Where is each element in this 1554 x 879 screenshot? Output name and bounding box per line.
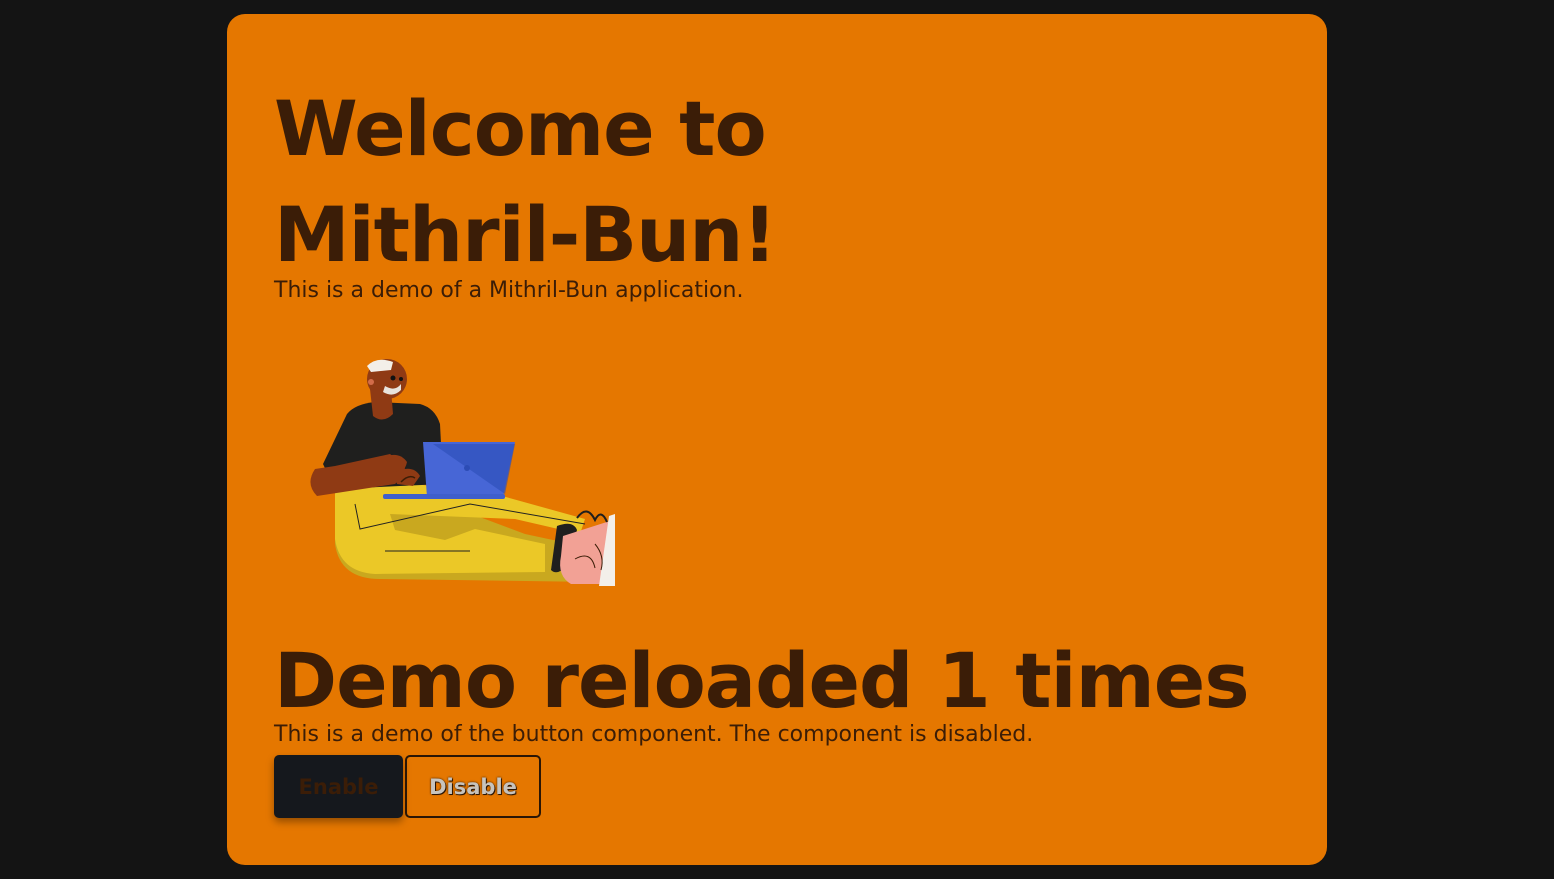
main-card: Welcome to Mithril-Bun! This is a demo o… [227, 14, 1327, 865]
button-group: Enable Disable [274, 755, 541, 818]
reload-counter-heading: Demo reloaded 1 times [274, 636, 1250, 725]
person-with-laptop-illustration [310, 359, 615, 586]
page-title: Welcome to Mithril-Bun! [274, 84, 777, 279]
page-subtitle: This is a demo of a Mithril-Bun applicat… [274, 278, 744, 303]
button-component-description: This is a demo of the button component. … [274, 722, 1034, 747]
enable-button[interactable]: Enable [274, 755, 403, 818]
disable-button[interactable]: Disable [405, 755, 541, 818]
